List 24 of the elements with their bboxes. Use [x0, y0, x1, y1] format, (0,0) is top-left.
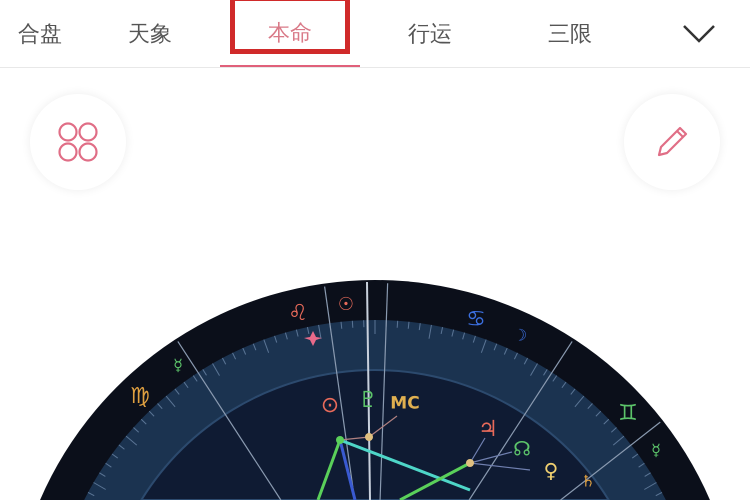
star-icon	[304, 331, 322, 346]
chart-symbol: ♀	[544, 458, 558, 482]
chart-symbol: ☊	[513, 436, 531, 460]
aspect-point	[466, 459, 474, 467]
chevron-down-icon[interactable]	[682, 24, 716, 44]
tab[interactable]: 行运	[360, 0, 500, 67]
connector-line	[469, 437, 531, 471]
chart-symbol: ☽	[512, 325, 528, 344]
chart-symbol: ☿	[651, 440, 661, 460]
tab[interactable]: 三限	[500, 0, 640, 67]
tab[interactable]: 合盘	[0, 0, 80, 67]
chart-symbol: ♍	[130, 384, 150, 410]
chart-symbol: ♋	[466, 307, 486, 332]
aspect-point	[336, 436, 344, 444]
aspect-point	[365, 433, 373, 441]
chart-symbol: ♌	[288, 301, 308, 326]
chart-symbol: ☉	[338, 294, 354, 315]
chart-symbol: ♊	[618, 401, 638, 426]
chart-symbol: MC	[390, 394, 420, 414]
chart-symbol: ☿	[173, 355, 183, 374]
chart-symbol: ♃	[478, 417, 498, 442]
tab[interactable]: 天象	[80, 0, 220, 67]
chart-symbol: ⊙	[320, 393, 340, 418]
four-circles-icon	[57, 121, 99, 163]
